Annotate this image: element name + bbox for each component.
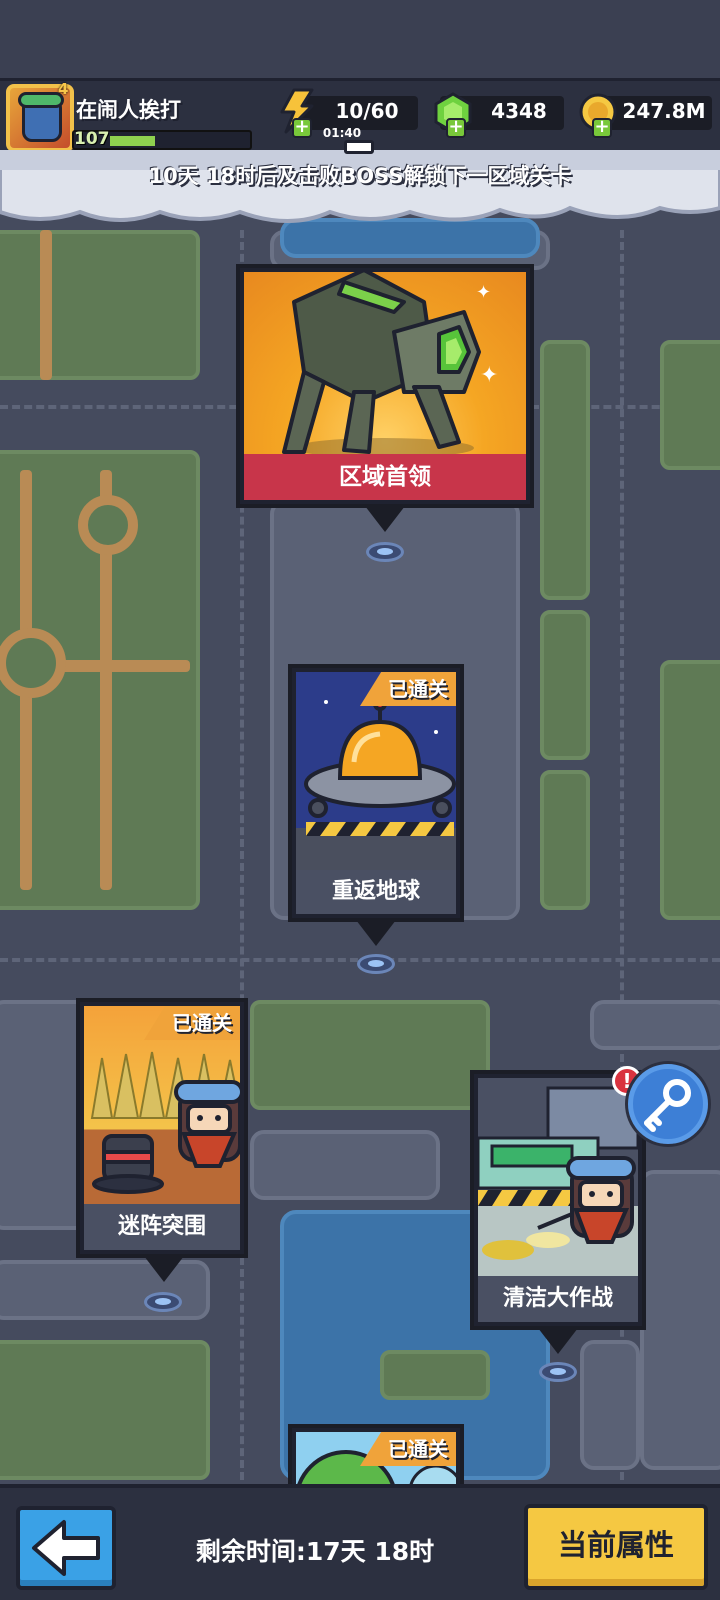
gem-value: 4348 [491, 99, 547, 123]
unlock-notice: 10天 18时后及击败BOSS解锁下一区域关卡 [148, 164, 572, 188]
avatar-badge: 4 [58, 80, 69, 98]
svg-text:✦: ✦ [476, 282, 491, 303]
stage-pointer [356, 920, 396, 946]
key-icon [644, 1079, 691, 1132]
stage-label-return-earth: 重返地球 [296, 870, 456, 914]
stage-pointer [144, 1256, 184, 1282]
game-screen: 4 在闹人挨打 107 + 10/60 01:40 + 4348 + 247.8… [0, 0, 720, 1600]
stage-label-cleanup: 清洁大作战 [478, 1276, 638, 1322]
stage-label-boss: 区域首领 [244, 454, 526, 500]
energy-timer: 01:40 [322, 126, 362, 140]
mech-robot-icon: ✦ ✦ [282, 272, 498, 458]
xp-fill [110, 136, 155, 146]
boss-art: ✦ ✦ [244, 272, 526, 460]
player-name: 在闹人挨打 [76, 98, 181, 122]
key-bubble-button[interactable] [628, 1064, 708, 1144]
stage-pad [144, 1292, 182, 1312]
stage-pad [539, 1362, 577, 1382]
cleanup-art [478, 1078, 638, 1284]
stage-pad [357, 954, 395, 974]
stage-pointer [365, 506, 405, 532]
time-remaining: 剩余时间:17天 18时 [195, 1537, 435, 1566]
stage-pad [366, 542, 404, 562]
banner-tab-icon [344, 140, 374, 154]
coin-value: 247.8M [622, 99, 706, 123]
stage-label-maze-breakout: 迷阵突围 [84, 1204, 240, 1250]
stage-card-boss[interactable]: ✦ ✦ 区域首领 [236, 264, 534, 508]
stage-pointer [538, 1328, 578, 1354]
svg-text:✦: ✦ [480, 363, 498, 388]
stage-card-maze-breakout[interactable]: 已通关 迷阵突围 [76, 998, 248, 1258]
stage-card-cleanup[interactable]: 清洁大作战 [470, 1070, 646, 1330]
player-level: 107 [74, 129, 110, 149]
energy-value: 10/60 [335, 99, 399, 123]
back-button[interactable] [16, 1506, 116, 1590]
cleaning-hero-icon [478, 1086, 638, 1284]
arrow-left-icon [32, 1520, 100, 1576]
add-energy-button[interactable]: + [292, 118, 312, 138]
add-gems-button[interactable]: + [446, 118, 466, 138]
status-area [0, 0, 720, 78]
stage-card-return-earth[interactable]: 已通关 重返地球 [288, 664, 464, 922]
current-attributes-button[interactable]: 当前属性 [524, 1504, 708, 1590]
add-coins-button[interactable]: + [592, 118, 612, 138]
